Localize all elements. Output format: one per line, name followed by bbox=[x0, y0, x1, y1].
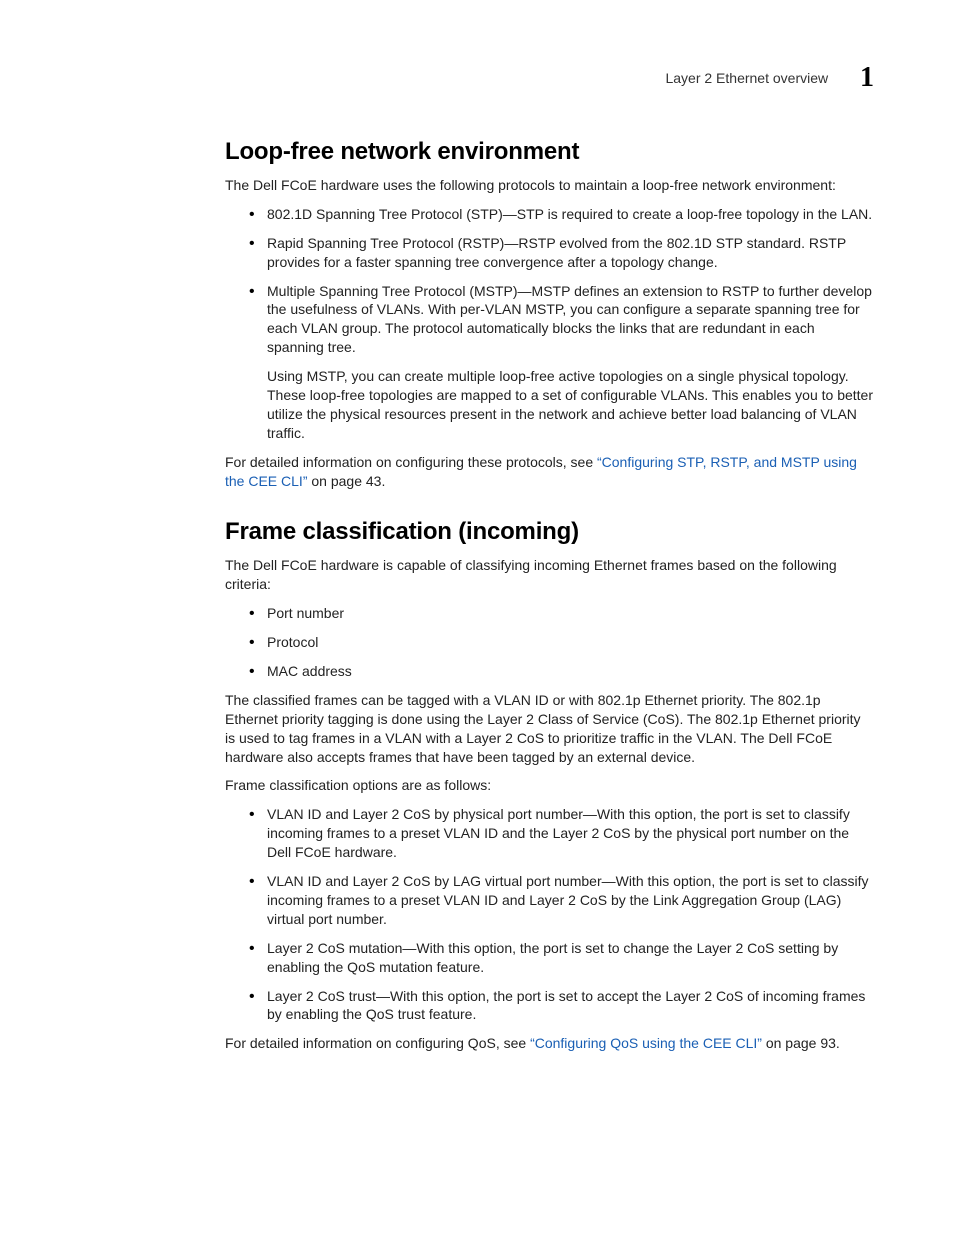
list-item-text: 802.1D Spanning Tree Protocol (STP)—STP … bbox=[267, 206, 872, 222]
section-frame-classification: Frame classification (incoming) The Dell… bbox=[225, 518, 874, 1053]
protocol-list: 802.1D Spanning Tree Protocol (STP)—STP … bbox=[225, 205, 874, 443]
list-item: Rapid Spanning Tree Protocol (RSTP)—RSTP… bbox=[249, 234, 874, 272]
section-loop-free: Loop-free network environment The Dell F… bbox=[225, 138, 874, 490]
options-list: VLAN ID and Layer 2 CoS by physical port… bbox=[225, 805, 874, 1024]
section-outro: For detailed information on configuring … bbox=[225, 453, 874, 491]
list-item-text: Rapid Spanning Tree Protocol (RSTP)—RSTP… bbox=[267, 235, 846, 270]
outro-text-post: on page 93. bbox=[762, 1035, 840, 1051]
section-intro: The Dell FCoE hardware uses the followin… bbox=[225, 176, 874, 195]
list-item: Layer 2 CoS trust—With this option, the … bbox=[249, 987, 874, 1025]
list-item-text: VLAN ID and Layer 2 CoS by physical port… bbox=[267, 806, 850, 860]
outro-text-pre: For detailed information on configuring … bbox=[225, 454, 597, 470]
list-item-text: Multiple Spanning Tree Protocol (MSTP)—M… bbox=[267, 283, 872, 356]
section-heading: Loop-free network environment bbox=[225, 138, 874, 166]
chapter-title: Layer 2 Ethernet overview bbox=[665, 70, 828, 86]
section-outro: For detailed information on configuring … bbox=[225, 1034, 874, 1053]
list-item: 802.1D Spanning Tree Protocol (STP)—STP … bbox=[249, 205, 874, 224]
list-item-text: Layer 2 CoS trust—With this option, the … bbox=[267, 988, 865, 1023]
list-item-text: Layer 2 CoS mutation—With this option, t… bbox=[267, 940, 838, 975]
criteria-list: Port number Protocol MAC address bbox=[225, 604, 874, 681]
para-options-lead: Frame classification options are as foll… bbox=[225, 776, 874, 795]
list-item: Layer 2 CoS mutation—With this option, t… bbox=[249, 939, 874, 977]
running-header: Layer 2 Ethernet overview 1 bbox=[225, 62, 874, 94]
section-heading: Frame classification (incoming) bbox=[225, 518, 874, 546]
list-item: Protocol bbox=[249, 633, 874, 652]
list-item-text: MAC address bbox=[267, 663, 352, 679]
page: Layer 2 Ethernet overview 1 Loop-free ne… bbox=[0, 0, 954, 1235]
list-item: MAC address bbox=[249, 662, 874, 681]
list-item-text: Protocol bbox=[267, 634, 318, 650]
list-item-text: Port number bbox=[267, 605, 344, 621]
list-item-text: VLAN ID and Layer 2 CoS by LAG virtual p… bbox=[267, 873, 869, 927]
list-item: Port number bbox=[249, 604, 874, 623]
section-intro: The Dell FCoE hardware is capable of cla… bbox=[225, 556, 874, 594]
outro-text-pre: For detailed information on configuring … bbox=[225, 1035, 530, 1051]
list-item-subpara: Using MSTP, you can create multiple loop… bbox=[267, 367, 874, 443]
xref-link-qos[interactable]: “Configuring QoS using the CEE CLI” bbox=[530, 1035, 762, 1051]
list-item: Multiple Spanning Tree Protocol (MSTP)—M… bbox=[249, 282, 874, 443]
outro-text-post: on page 43. bbox=[307, 473, 385, 489]
list-item: VLAN ID and Layer 2 CoS by physical port… bbox=[249, 805, 874, 862]
chapter-number: 1 bbox=[860, 62, 874, 94]
para-tagging: The classified frames can be tagged with… bbox=[225, 691, 874, 767]
list-item: VLAN ID and Layer 2 CoS by LAG virtual p… bbox=[249, 872, 874, 929]
